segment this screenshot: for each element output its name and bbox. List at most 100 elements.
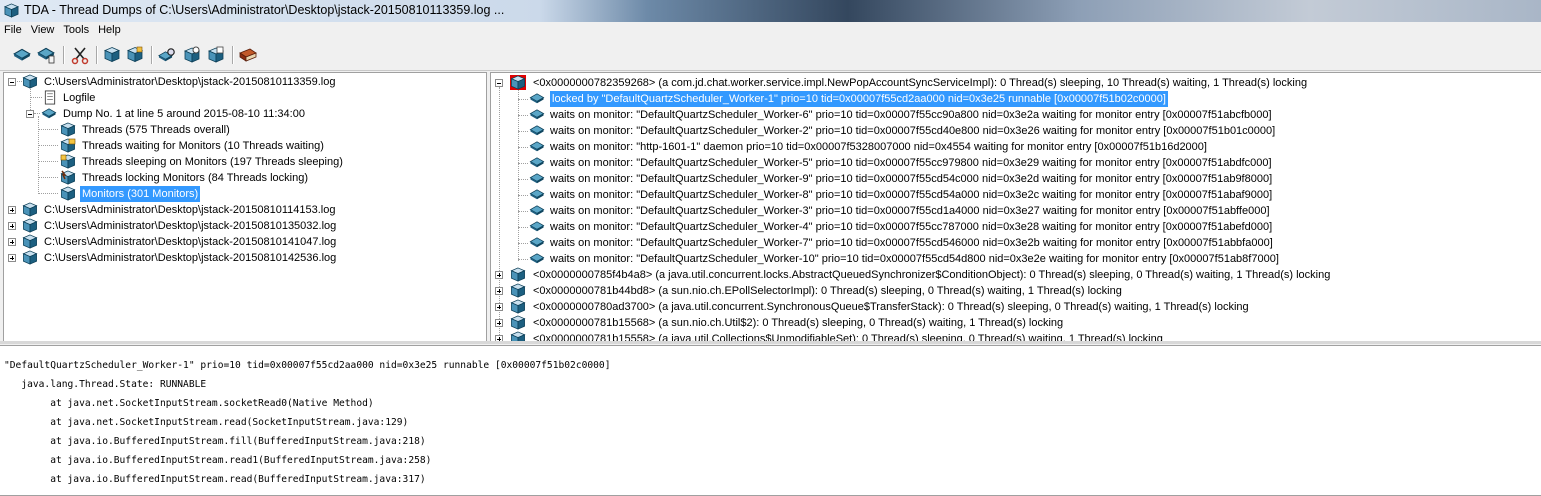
thread-icon bbox=[529, 155, 545, 170]
waiting-thread-label: waits on monitor: "DefaultQuartzSchedule… bbox=[550, 157, 1272, 169]
waiting-thread-label: waits on monitor: "DefaultQuartzSchedule… bbox=[550, 189, 1273, 201]
toolbar bbox=[0, 40, 1541, 71]
monitor-row-label: <0x0000000781b44bd8> (a sun.nio.ch.EPoll… bbox=[533, 285, 1122, 297]
menu-tools[interactable]: Tools bbox=[59, 22, 94, 36]
stack-frame-line: at java.io.BufferedInputStream.fill(Buff… bbox=[4, 436, 426, 447]
monitor-icon bbox=[510, 267, 526, 282]
waiting-thread-label: waits on monitor: "http-1601-1" daemon p… bbox=[550, 141, 1207, 153]
tree-log-label: C:\Users\Administrator\Desktop\jstack-20… bbox=[44, 252, 337, 264]
monitor-row-label: <0x0000000782359268> (a com.jd.chat.work… bbox=[533, 77, 1308, 89]
stack-frame-line: at java.net.SocketInputStream.socketRead… bbox=[4, 398, 374, 409]
tree-log-label: C:\Users\Administrator\Desktop\jstack-20… bbox=[44, 236, 337, 248]
thread-detail-pane[interactable]: "DefaultQuartzScheduler_Worker-1" prio=1… bbox=[0, 345, 1541, 496]
toolbar-separator bbox=[63, 46, 65, 64]
thread-icon bbox=[529, 219, 545, 234]
tree-item-logfile-label: Logfile bbox=[63, 92, 96, 104]
tree-root-log-label: C:\Users\Administrator\Desktop\jstack-20… bbox=[44, 76, 336, 88]
waiting-thread-label: waits on monitor: "DefaultQuartzSchedule… bbox=[550, 221, 1273, 233]
open-icon[interactable] bbox=[12, 45, 32, 65]
expand-toggle[interactable] bbox=[495, 287, 503, 295]
menu-file[interactable]: File bbox=[0, 22, 27, 36]
stack-frame-line: at java.io.BufferedInputStream.read(Buff… bbox=[4, 474, 426, 485]
monitors-icon bbox=[60, 186, 76, 201]
monitor-icon[interactable] bbox=[125, 45, 145, 65]
dumpfile-icon bbox=[22, 250, 38, 265]
tree-item-label: Threads waiting for Monitors (10 Threads… bbox=[82, 140, 324, 152]
threads-locking-icon bbox=[60, 170, 76, 185]
thread-icon bbox=[529, 171, 545, 186]
monitor-row-label: <0x0000000780ad3700> (a java.util.concur… bbox=[533, 301, 1249, 313]
thread-icon bbox=[529, 123, 545, 138]
tree-item-label: Threads sleeping on Monitors (197 Thread… bbox=[82, 156, 343, 168]
expand-toggle[interactable] bbox=[8, 238, 16, 246]
tree-log-label: C:\Users\Administrator\Desktop\jstack-20… bbox=[44, 220, 337, 232]
menu-help[interactable]: Help bbox=[94, 22, 126, 36]
open-logfile-icon[interactable] bbox=[36, 45, 56, 65]
threads-icon bbox=[60, 122, 76, 137]
logfile-icon bbox=[42, 90, 58, 105]
thread-icon bbox=[529, 235, 545, 250]
window-title: TDA - Thread Dumps of C:\Users\Administr… bbox=[24, 3, 505, 17]
expand-toggle[interactable] bbox=[8, 222, 16, 230]
thread-icon bbox=[529, 203, 545, 218]
cut-icon[interactable] bbox=[70, 45, 90, 65]
expand-toggle[interactable] bbox=[495, 303, 503, 311]
dumpfile-icon bbox=[22, 218, 38, 233]
app-icon bbox=[4, 3, 19, 18]
dump-tree-pane[interactable]: C:\Users\Administrator\Desktop\jstack-20… bbox=[3, 72, 487, 342]
thread-icon bbox=[529, 251, 545, 266]
window-titlebar: TDA - Thread Dumps of C:\Users\Administr… bbox=[0, 0, 1541, 22]
waiting-thread-label: waits on monitor: "DefaultQuartzSchedule… bbox=[550, 125, 1276, 137]
thread-icon bbox=[529, 91, 545, 106]
thread-icon bbox=[529, 107, 545, 122]
filter-icon[interactable] bbox=[206, 45, 226, 65]
tree-item-label-selected: Monitors (301 Monitors) bbox=[80, 186, 201, 202]
stack-frame-line: java.lang.Thread.State: RUNNABLE bbox=[4, 379, 207, 390]
split-divider[interactable] bbox=[0, 341, 1541, 344]
locked-by-label: locked by "DefaultQuartzScheduler_Worker… bbox=[550, 91, 1168, 107]
waiting-thread-label: waits on monitor: "DefaultQuartzSchedule… bbox=[550, 205, 1270, 217]
menu-view[interactable]: View bbox=[27, 22, 60, 36]
expand-toggle[interactable] bbox=[8, 254, 16, 262]
monitor-row-label: <0x0000000785f4b4a8> (a java.util.concur… bbox=[533, 269, 1331, 281]
collapse-toggle[interactable] bbox=[8, 78, 16, 86]
toolbar-separator bbox=[96, 46, 98, 64]
waiting-thread-label: waits on monitor: "DefaultQuartzSchedule… bbox=[550, 173, 1273, 185]
waiting-thread-label: waits on monitor: "DefaultQuartzSchedule… bbox=[550, 109, 1272, 121]
collapse-toggle[interactable] bbox=[26, 110, 34, 118]
find-icon[interactable] bbox=[158, 45, 178, 65]
threads-waiting-icon bbox=[60, 138, 76, 153]
thread-header-line: "DefaultQuartzScheduler_Worker-1" prio=1… bbox=[4, 360, 611, 371]
waiting-thread-label: waits on monitor: "DefaultQuartzSchedule… bbox=[550, 237, 1273, 249]
dump-icon[interactable] bbox=[102, 45, 122, 65]
thread-icon bbox=[529, 187, 545, 202]
locked-monitor-icon bbox=[510, 75, 526, 90]
toolbar-separator bbox=[151, 46, 153, 64]
tree-item-label: Threads (575 Threads overall) bbox=[82, 124, 230, 136]
monitor-tree-pane[interactable]: <0x0000000782359268> (a com.jd.chat.work… bbox=[490, 72, 1541, 342]
monitor-icon bbox=[510, 299, 526, 314]
expand-toggle[interactable] bbox=[495, 271, 503, 279]
expand-toggle[interactable] bbox=[8, 206, 16, 214]
dump-icon bbox=[41, 106, 57, 121]
dumpfile-icon bbox=[22, 234, 38, 249]
stack-frame-line: at java.net.SocketInputStream.read(Socke… bbox=[4, 417, 409, 428]
tree-item-label: Threads locking Monitors (84 Threads loc… bbox=[82, 172, 309, 184]
thread-icon bbox=[529, 139, 545, 154]
book-icon[interactable] bbox=[238, 45, 258, 65]
toolbar-separator bbox=[232, 46, 234, 64]
collapse-toggle[interactable] bbox=[495, 79, 503, 87]
waiting-thread-label: waits on monitor: "DefaultQuartzSchedule… bbox=[550, 253, 1279, 265]
monitor-icon bbox=[510, 283, 526, 298]
tree-item-dump-label: Dump No. 1 at line 5 around 2015-08-10 1… bbox=[63, 108, 305, 120]
tree-log-label: C:\Users\Administrator\Desktop\jstack-20… bbox=[44, 204, 336, 216]
dumpfile-icon bbox=[22, 202, 38, 217]
threads-sleeping-icon bbox=[60, 154, 76, 169]
monitor-row-label: <0x0000000781b15568> (a sun.nio.ch.Util$… bbox=[533, 317, 1064, 329]
stack-frame-line: at java.io.BufferedInputStream.read1(Buf… bbox=[4, 455, 432, 466]
settings-icon[interactable] bbox=[182, 45, 202, 65]
monitor-icon bbox=[510, 315, 526, 330]
dumpfile-icon bbox=[22, 74, 38, 89]
menu-bar: File View Tools Help bbox=[0, 22, 1541, 39]
expand-toggle[interactable] bbox=[495, 319, 503, 327]
